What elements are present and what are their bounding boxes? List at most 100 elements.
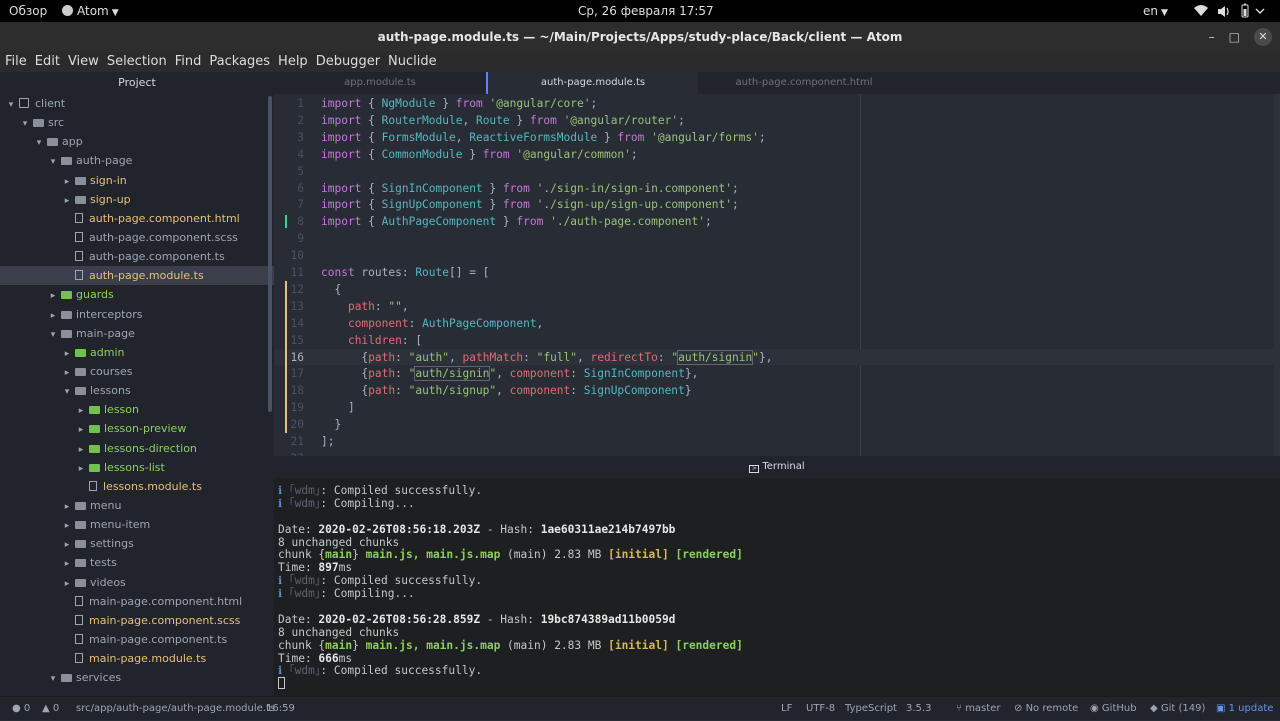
code-line[interactable]: 7 import { SignUpComponent } from './sign… [274, 196, 1280, 213]
tree-file-item[interactable]: main-page.module.ts [0, 649, 274, 668]
code-line[interactable]: 6 import { SignInComponent } from './sign… [274, 180, 1280, 197]
chevron-down-icon[interactable]: ▾ [20, 115, 30, 134]
chevron-right-icon[interactable]: ▸ [76, 460, 86, 479]
update-button[interactable]: ▣ 1 update [1216, 697, 1273, 721]
menu-file[interactable]: File [5, 52, 27, 72]
tree-folder-item[interactable]: ▾ src [0, 113, 274, 132]
git-remote[interactable]: ⊘ No remote [1014, 697, 1078, 721]
file-path[interactable]: src/app/auth-page/auth-page.module.ts [76, 697, 275, 721]
chevron-right-icon[interactable]: ▸ [62, 575, 72, 594]
menu-find[interactable]: Find [175, 52, 202, 72]
chevron-right-icon[interactable]: ▸ [62, 345, 72, 364]
chevron-down-icon[interactable]: ▾ [34, 134, 44, 153]
chevron-down-icon[interactable]: ▾ [48, 326, 58, 345]
menu-debugger[interactable]: Debugger [316, 52, 380, 72]
code-line[interactable]: 12 { [274, 280, 1280, 298]
chevron-right-icon[interactable]: ▸ [62, 192, 72, 211]
code-line[interactable]: 11 const routes: Route[] = [ [274, 264, 1280, 281]
chevron-down-icon[interactable]: ▾ [48, 153, 58, 172]
code-line[interactable]: 14 component: AuthPageComponent, [274, 314, 1280, 332]
code-line[interactable]: 16 {path: "auth", pathMatch: "full", red… [274, 348, 1280, 366]
terminal-output[interactable]: ℹ ｢wdm｣: Compiled successfully. ℹ ｢wdm｣: … [274, 478, 1280, 696]
tree-folder-item[interactable]: ▾ main-page [0, 324, 274, 343]
menu-nuclide[interactable]: Nuclide [388, 52, 437, 72]
tree-file-item[interactable]: auth-page.component.scss [0, 228, 274, 247]
code-line[interactable]: 21]; [274, 433, 1280, 450]
chevron-down-icon[interactable]: ▾ [62, 383, 72, 402]
tree-folder-item[interactable]: ▸ admin [0, 343, 274, 362]
activities-button[interactable]: Обзор [9, 0, 47, 22]
chevron-right-icon[interactable]: ▸ [48, 287, 58, 306]
menu-help[interactable]: Help [278, 52, 308, 72]
tree-file-item[interactable]: auth-page.component.html [0, 209, 274, 228]
tree-file-item[interactable]: auth-page.component.ts [0, 247, 274, 266]
grammar[interactable]: TypeScript [845, 697, 897, 721]
code-editor[interactable]: 1 import { NgModule } from '@angular/core… [274, 94, 1280, 456]
chevron-right-icon[interactable]: ▸ [62, 173, 72, 192]
terminal-header[interactable]: > Terminal [274, 456, 1280, 478]
code-line[interactable]: 8 import { AuthPageComponent } from './au… [274, 213, 1280, 230]
tree-folder-item[interactable]: ▸ lessons-direction [0, 439, 274, 458]
tree-folder-item[interactable]: ▸ menu [0, 496, 274, 515]
tree-folder-item[interactable]: ▾ lessons [0, 381, 274, 400]
tree-folder-item[interactable]: ▾ auth-page [0, 151, 274, 170]
tab-auth-page-component-html[interactable]: auth-page.component.html [698, 72, 910, 94]
code-line[interactable]: 4 import { CommonModule } from '@angular/… [274, 146, 1280, 163]
chevron-right-icon[interactable]: ▸ [76, 421, 86, 440]
tree-file-item[interactable]: auth-page.module.ts [0, 266, 274, 286]
close-icon[interactable]: ✕ [1254, 28, 1272, 46]
tree-file-item[interactable]: main-page.component.scss [0, 611, 274, 630]
chevron-right-icon[interactable]: ▸ [76, 402, 86, 421]
github-button[interactable]: ◉ GitHub [1090, 697, 1137, 721]
encoding[interactable]: UTF-8 [806, 697, 835, 721]
maximize-icon[interactable]: □ [1229, 22, 1240, 52]
chevron-right-icon[interactable]: ▸ [62, 555, 72, 574]
code-line[interactable]: 10 [274, 247, 1280, 264]
tree-folder-item[interactable]: ▾ app [0, 132, 274, 151]
code-line[interactable]: 18 {path: "auth/signup", component: Sign… [274, 382, 1280, 400]
code-line[interactable]: 2 import { RouterModule, Route } from '@a… [274, 112, 1280, 129]
tab-auth-page-module-ts[interactable]: auth-page.module.ts [486, 72, 698, 94]
menu-view[interactable]: View [68, 52, 99, 72]
code-line[interactable]: 19 ] [274, 399, 1280, 417]
errors-indicator[interactable]: ● 0 [12, 697, 30, 721]
tab-app-module-ts[interactable]: app.module.ts [274, 72, 486, 94]
code-line[interactable]: 20 } [274, 416, 1280, 434]
menu-selection[interactable]: Selection [107, 52, 167, 72]
code-line[interactable]: 1 import { NgModule } from '@angular/core… [274, 95, 1280, 112]
editor-scrollbar[interactable] [1274, 94, 1280, 456]
code-line[interactable]: 3 import { FormsModule, ReactiveFormsModu… [274, 129, 1280, 146]
cursor-position[interactable]: 16:59 [266, 697, 295, 721]
tree-folder-item[interactable]: ▸ lesson-preview [0, 419, 274, 438]
app-menu-button[interactable]: Atom ▼ [62, 0, 119, 22]
chevron-right-icon[interactable]: ▸ [62, 498, 72, 517]
tree-folder-item[interactable]: ▸ videos [0, 573, 274, 592]
tree-file-item[interactable]: main-page.component.ts [0, 630, 274, 649]
tree-folder-item[interactable]: ▸ lessons-list [0, 458, 274, 477]
chevron-right-icon[interactable]: ▸ [76, 441, 86, 460]
tree-folder-item[interactable]: ▸ guards [0, 285, 274, 304]
chevron-right-icon[interactable]: ▸ [62, 364, 72, 383]
tree-folder-item[interactable]: ▸ sign-in [0, 171, 274, 190]
git-branch[interactable]: ⑂ master [956, 697, 1000, 721]
tree-file-item[interactable]: lessons.module.ts [0, 477, 274, 496]
minimize-icon[interactable]: – [1209, 22, 1215, 52]
code-line[interactable]: 15 children: [ [274, 331, 1280, 349]
chevron-down-icon[interactable]: ▾ [48, 670, 58, 689]
tree-folder-item[interactable]: ▸ tests [0, 553, 274, 572]
code-line[interactable]: 13 path: "", [274, 297, 1280, 315]
tree-folder-item[interactable]: ▸ settings [0, 534, 274, 553]
code-line[interactable]: 5 [274, 163, 1280, 180]
warnings-indicator[interactable]: ▲ 0 [42, 697, 59, 721]
code-line[interactable]: 9 [274, 230, 1280, 247]
chevron-right-icon[interactable]: ▸ [48, 307, 58, 326]
clock[interactable]: Ср, 26 февраля 17:57 [578, 0, 714, 22]
code-line[interactable]: 17 {path: "auth/signin", component: Sign… [274, 365, 1280, 383]
git-button[interactable]: ◆ Git (149) [1150, 697, 1205, 721]
menu-packages[interactable]: Packages [209, 52, 270, 72]
chevron-down-icon[interactable]: ▾ [6, 96, 16, 115]
tree-folder-item[interactable]: ▸ menu-item [0, 515, 274, 534]
tree-folder-item[interactable]: ▾ client [0, 94, 274, 113]
tree-folder-item[interactable]: ▸ courses [0, 362, 274, 381]
chevron-right-icon[interactable]: ▸ [62, 536, 72, 555]
